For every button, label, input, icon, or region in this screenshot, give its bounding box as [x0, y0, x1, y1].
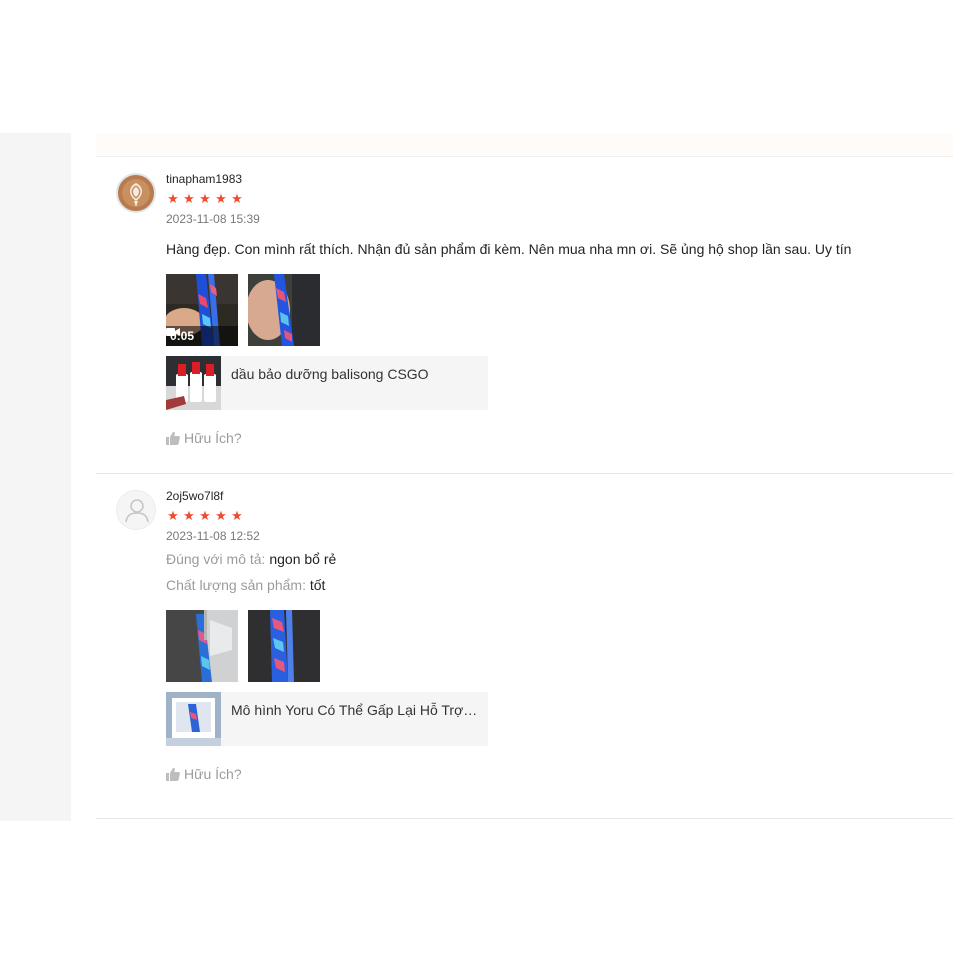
thumbs-up-icon	[166, 767, 180, 781]
product-name[interactable]: dầu bảo dưỡng balisong CSGO	[221, 356, 488, 410]
video-overlay: 0:05	[166, 326, 238, 346]
rating-filter-strip	[96, 133, 953, 157]
star-icon: ★	[199, 508, 211, 523]
review-username[interactable]: tinapham1983	[166, 171, 943, 187]
review-image-thumbnail[interactable]	[248, 274, 320, 346]
review-image-thumbnail[interactable]	[248, 610, 320, 682]
product-name[interactable]: Mô hình Yoru Có Thể Gấp Lại Hỗ Trợ Luyện…	[221, 692, 488, 746]
attribute-value: tốt	[309, 577, 326, 593]
star-icon: ★	[231, 508, 243, 523]
review-content: Hàng đẹp. Con mình rất thích. Nhận đủ sả…	[166, 241, 852, 257]
review-item: tinapham1983 ★ ★ ★ ★ ★ 2023-11-08 15:39 …	[96, 157, 953, 474]
review-date: 2023-11-08 15:39	[166, 212, 260, 226]
left-sidebar-panel	[0, 133, 71, 821]
star-icon: ★	[231, 191, 243, 206]
star-icon: ★	[199, 191, 211, 206]
review-product-link[interactable]: dầu bảo dưỡng balisong CSGO	[166, 356, 488, 410]
star-icon: ★	[167, 508, 179, 523]
review-date: 2023-11-08 12:52	[166, 529, 260, 543]
avatar[interactable]	[116, 490, 156, 530]
star-icon: ★	[183, 508, 195, 523]
helpful-label: Hữu Ích?	[184, 430, 242, 446]
product-thumbnail	[166, 356, 221, 410]
helpful-label: Hữu Ích?	[184, 766, 242, 782]
rating-stars: ★ ★ ★ ★ ★	[166, 509, 943, 523]
attribute-value: ngon bổ rẻ	[269, 551, 337, 567]
thumbs-up-icon	[166, 431, 180, 445]
review-attribute: Chất lượng sản phẩm: tốt	[166, 575, 943, 595]
rating-stars: ★ ★ ★ ★ ★	[166, 192, 943, 206]
attribute-label: Đúng với mô tả:	[166, 551, 266, 567]
review-media: 0:05	[166, 274, 943, 346]
product-thumbnail	[166, 692, 221, 746]
review-item: 2oj5wo7l8f ★ ★ ★ ★ ★ 2023-11-08 12:52 Đú…	[96, 474, 953, 819]
star-icon: ★	[183, 191, 195, 206]
star-icon: ★	[215, 508, 227, 523]
review-image-thumbnail[interactable]	[166, 610, 238, 682]
review-media	[166, 610, 943, 682]
video-camera-icon	[166, 328, 180, 336]
user-icon	[125, 499, 149, 523]
review-product-link[interactable]: Mô hình Yoru Có Thể Gấp Lại Hỗ Trợ Luyện…	[166, 692, 488, 746]
attribute-label: Chất lượng sản phẩm:	[166, 577, 306, 593]
avatar[interactable]	[116, 173, 156, 213]
star-icon: ★	[215, 191, 227, 206]
star-icon: ★	[167, 191, 179, 206]
helpful-button[interactable]: Hữu Ích?	[166, 766, 943, 782]
review-attribute: Đúng với mô tả: ngon bổ rẻ	[166, 549, 943, 569]
review-username[interactable]: 2oj5wo7l8f	[166, 488, 943, 504]
helpful-button[interactable]: Hữu Ích?	[166, 430, 943, 446]
review-video-thumbnail[interactable]: 0:05	[166, 274, 238, 346]
